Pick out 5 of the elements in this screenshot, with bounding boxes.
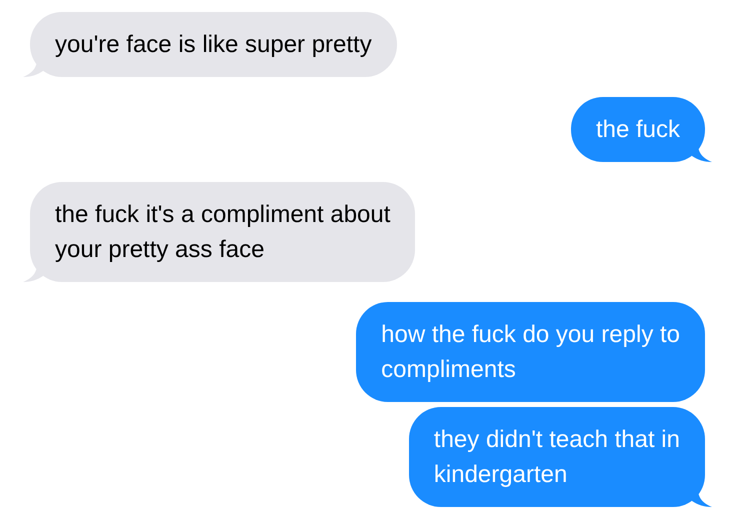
message-bubble: they didn't teach that in kindergarten (408, 407, 705, 507)
message-bubble: how the fuck do you reply to compliments (356, 302, 705, 402)
message-bubble: you're face is like super pretty (30, 12, 397, 77)
message-bubble: the fuck it's a compliment about your pretty ass face (30, 182, 416, 282)
message-bubble: the fuck (570, 97, 705, 162)
